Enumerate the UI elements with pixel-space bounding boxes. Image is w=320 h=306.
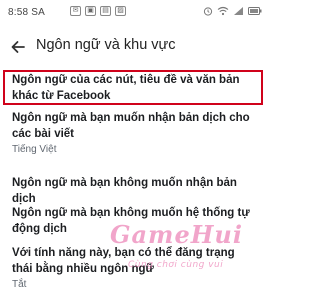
photo-icon: ▨ (115, 6, 126, 16)
setting-item-no-auto-translate-language[interactable]: Ngôn ngữ mà bạn không muốn hệ thống tự đ… (0, 205, 270, 239)
item-title: Ngôn ngữ mà bạn không muốn nhận bản dịch (12, 177, 237, 205)
item-title: Ngôn ngữ mà bạn không muốn hệ thống tự đ… (12, 207, 250, 235)
setting-item-interface-language[interactable]: Ngôn ngữ của các nút, tiêu đề và văn bản… (0, 72, 270, 106)
page-title: Ngôn ngữ và khu vực (36, 37, 176, 53)
item-title: Với tính năng này, bạn có thể đăng trạng… (12, 247, 235, 275)
alarm-icon (203, 7, 213, 16)
setting-item-multilingual-posts[interactable]: Với tính năng này, bạn có thể đăng trạng… (0, 245, 270, 295)
item-value: Tiếng Việt (12, 144, 57, 155)
signal-icon (234, 7, 243, 15)
status-notification-icons: ✉ ▣ ▤ ▨ (70, 6, 126, 16)
item-title: Ngôn ngữ mà bạn muốn nhận bản dịch cho c… (12, 112, 250, 140)
setting-item-no-translate-language[interactable]: Ngôn ngữ mà bạn không muốn nhận bản dịch (0, 175, 270, 205)
back-button[interactable] (6, 35, 30, 59)
item-value: Tắt (12, 279, 27, 290)
status-bar: 8:58 SA ✉ ▣ ▤ ▨ (0, 0, 270, 26)
wifi-icon (217, 6, 229, 16)
setting-item-translate-language[interactable]: Ngôn ngữ mà bạn muốn nhận bản dịch cho c… (0, 110, 270, 160)
battery-icon (248, 7, 262, 15)
messenger-icon: ✉ (70, 6, 81, 16)
status-time: 8:58 SA (8, 7, 45, 18)
item-title: Ngôn ngữ của các nút, tiêu đề và văn bản… (12, 74, 240, 102)
status-system-icons (203, 6, 262, 16)
back-arrow-icon (11, 41, 25, 53)
gallery-icon: ▤ (100, 6, 111, 16)
app-header: Ngôn ngữ và khu vực (0, 28, 270, 66)
image-icon: ▣ (85, 6, 96, 16)
